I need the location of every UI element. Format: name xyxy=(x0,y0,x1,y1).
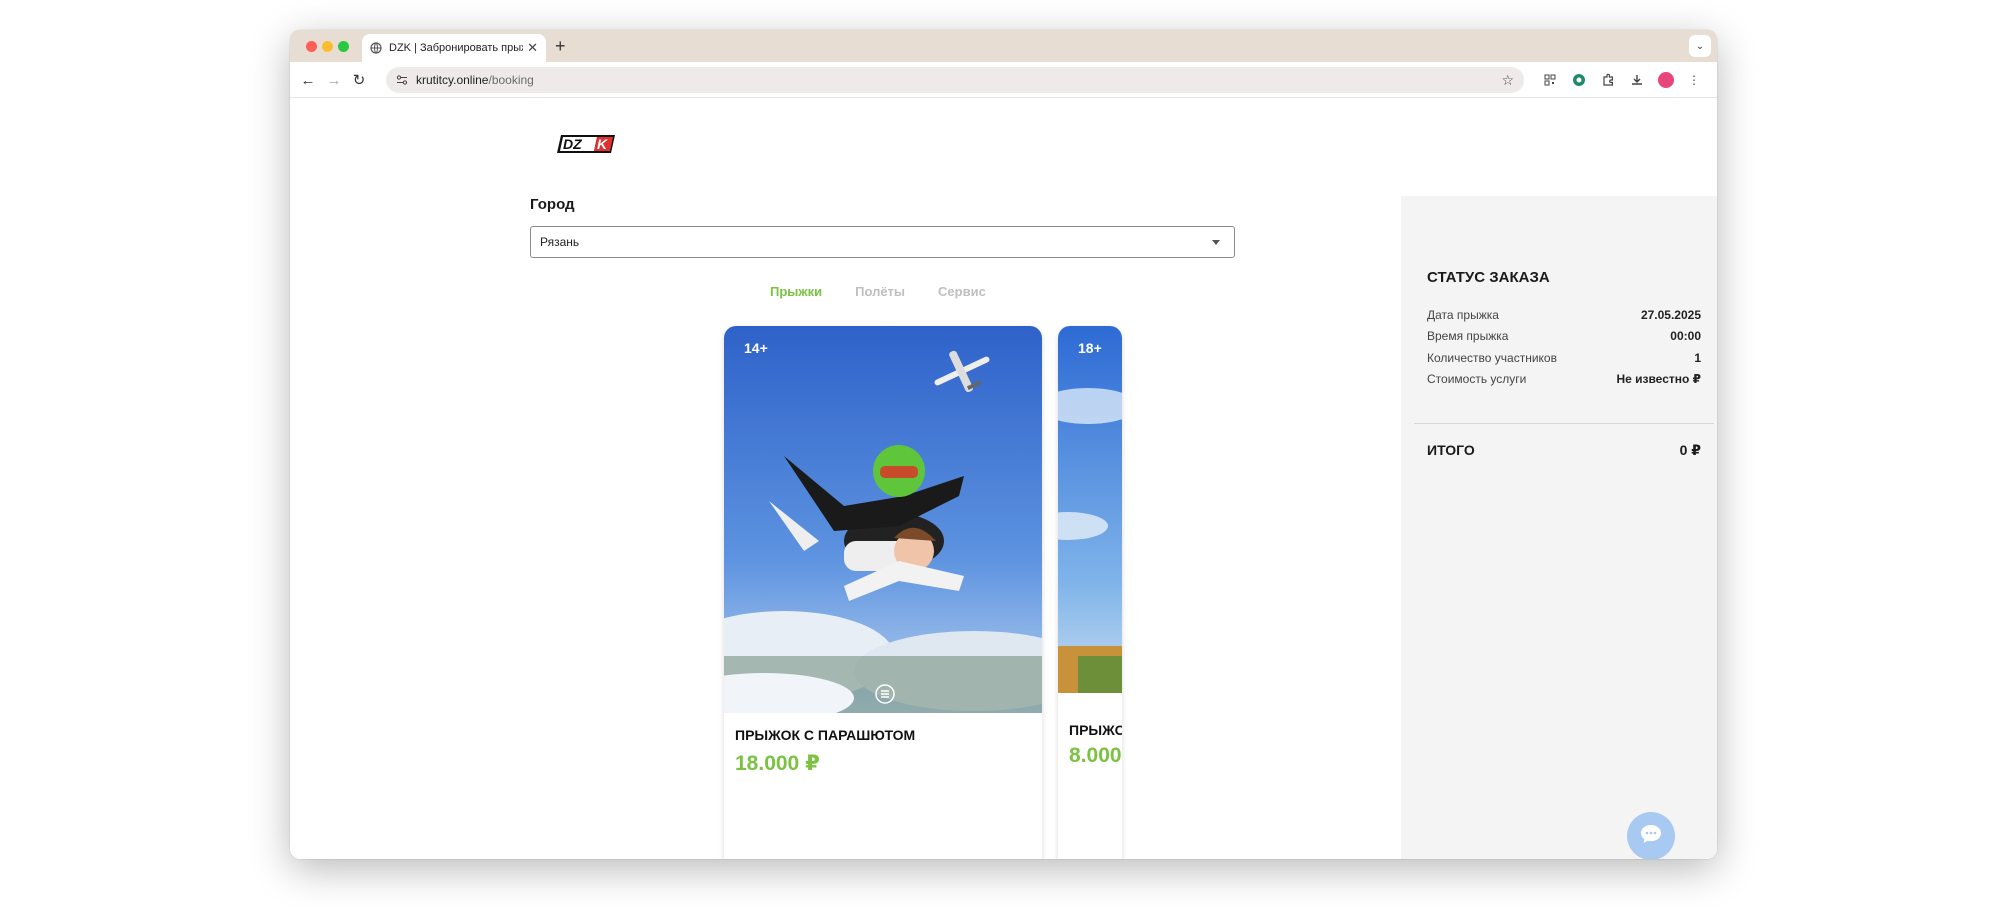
gallery-menu-icon[interactable] xyxy=(875,684,895,709)
product-card[interactable]: 14+ ПРЫЖОК С ПАРАШЮТОМ 18.000 ₽ xyxy=(724,326,1042,859)
svg-text:DZ: DZ xyxy=(563,136,582,152)
qr-code-icon[interactable] xyxy=(1541,71,1559,89)
order-row-label: Дата прыжка xyxy=(1427,308,1499,322)
url-path: /booking xyxy=(488,73,534,87)
page-content: DZ K Город Рязань Прыжки Полёты Сервис 1… xyxy=(290,99,1717,859)
download-icon[interactable] xyxy=(1628,71,1646,89)
order-row-participants: Количество участников 1 xyxy=(1427,351,1701,365)
order-row-value: 27.05.2025 xyxy=(1640,308,1701,322)
order-row-label: Количество участников xyxy=(1427,351,1557,365)
new-tab-button[interactable]: + xyxy=(555,36,566,57)
tab-title: DZK | Забронировать прыжок xyxy=(389,42,523,54)
close-window-button[interactable] xyxy=(306,41,317,52)
reload-icon[interactable]: ↻ xyxy=(349,70,369,90)
browser-menu-icon[interactable]: ⋮ xyxy=(1685,71,1703,89)
city-select[interactable]: Рязань xyxy=(530,226,1235,258)
skydiving-photo: 14+ xyxy=(724,326,1042,713)
divider xyxy=(1414,423,1714,424)
category-tabs: Прыжки Полёты Сервис xyxy=(770,284,986,299)
tab-close-icon[interactable]: ✕ xyxy=(527,40,538,56)
order-row-date: Дата прыжка 27.05.2025 xyxy=(1427,308,1701,322)
extension-green-icon[interactable] xyxy=(1570,71,1588,89)
site-settings-icon[interactable] xyxy=(396,74,408,86)
order-total-value: 0 ₽ xyxy=(1679,442,1701,458)
order-row-value: 1 xyxy=(1694,351,1701,365)
svg-text:K: K xyxy=(597,136,608,152)
forward-arrow-icon[interactable]: → xyxy=(324,70,344,90)
address-bar[interactable]: krutitcy.online/booking ☆ xyxy=(386,67,1524,93)
profile-avatar[interactable] xyxy=(1657,71,1675,89)
order-status-title: СТАТУС ЗАКАЗА xyxy=(1427,269,1550,286)
dzk-logo[interactable]: DZ K xyxy=(557,132,617,161)
age-badge: 14+ xyxy=(744,340,768,356)
order-row-label: Стоимость услуги xyxy=(1427,372,1527,386)
order-row-cost: Стоимость услуги Не известно ₽ xyxy=(1427,372,1701,386)
browser-window: DZK | Забронировать прыжок ✕ + ⌄ ← → ↻ k… xyxy=(290,30,1717,859)
city-label: Город xyxy=(530,196,575,213)
tab-jumps[interactable]: Прыжки xyxy=(770,284,822,299)
card-price: 8.000 xyxy=(1069,744,1122,767)
back-arrow-icon[interactable]: ← xyxy=(298,70,318,90)
chat-button[interactable] xyxy=(1627,812,1675,859)
order-total: ИТОГО 0 ₽ xyxy=(1427,442,1701,459)
card-price: 18.000 ₽ xyxy=(735,752,820,775)
globe-icon xyxy=(370,42,382,54)
tab-flights[interactable]: Полёты xyxy=(855,284,905,299)
sky-photo: 18+ xyxy=(1058,326,1122,693)
title-bar: DZK | Забронировать прыжок ✕ + ⌄ xyxy=(290,30,1717,62)
browser-toolbar: ← → ↻ krutitcy.online/booking ☆ ⋮ xyxy=(290,62,1717,98)
order-row-time: Время прыжка 00:00 xyxy=(1427,329,1701,343)
product-card[interactable]: 18+ ПРЫЖОК 8.000 xyxy=(1058,326,1122,859)
minimize-window-button[interactable] xyxy=(322,41,333,52)
order-row-label: Время прыжка xyxy=(1427,329,1509,343)
tab-search-chevron-icon[interactable]: ⌄ xyxy=(1689,35,1711,57)
extensions-puzzle-icon[interactable] xyxy=(1599,71,1617,89)
age-badge: 18+ xyxy=(1078,340,1102,356)
card-title: ПРЫЖОК С ПАРАШЮТОМ xyxy=(735,727,916,743)
city-select-value: Рязань xyxy=(540,235,580,249)
tab-service[interactable]: Сервис xyxy=(938,284,986,299)
order-status-panel: СТАТУС ЗАКАЗА Дата прыжка 27.05.2025 Вре… xyxy=(1401,196,1717,859)
order-row-value: 00:00 xyxy=(1670,329,1701,343)
url-host: krutitcy.online xyxy=(416,73,489,87)
maximize-window-button[interactable] xyxy=(338,41,349,52)
order-total-label: ИТОГО xyxy=(1427,442,1475,458)
bookmark-star-icon[interactable]: ☆ xyxy=(1501,72,1514,89)
chat-bubble-icon xyxy=(1639,823,1663,850)
dropdown-caret-icon xyxy=(1212,240,1220,245)
browser-tab[interactable]: DZK | Забронировать прыжок ✕ xyxy=(362,34,546,62)
card-title: ПРЫЖОК xyxy=(1069,722,1122,738)
order-row-value: Не известно ₽ xyxy=(1616,372,1701,386)
